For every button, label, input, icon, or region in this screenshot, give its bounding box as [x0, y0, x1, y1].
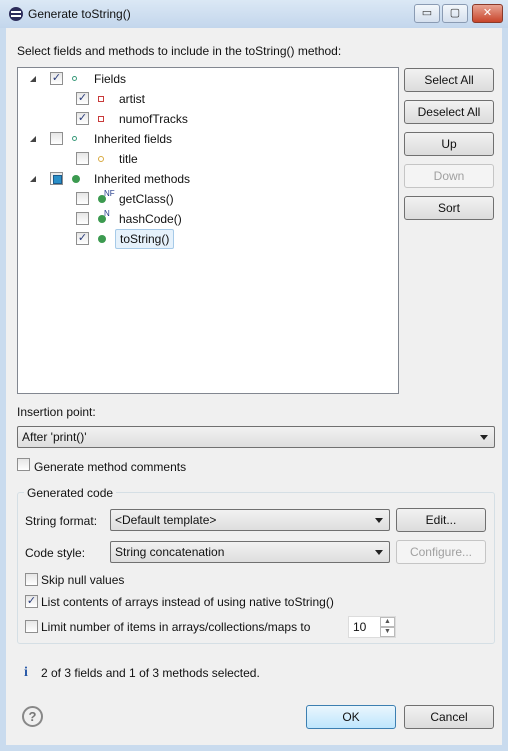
private-field-icon	[98, 116, 104, 122]
insertion-point-label: Insertion point:	[17, 405, 96, 419]
minimize-button[interactable]: ▭	[414, 4, 440, 23]
limit-items-spinner[interactable]: 10 ▲ ▼	[348, 616, 396, 638]
field-group-icon	[72, 76, 77, 81]
member-tree[interactable]: ✓ Fields ✓ artist ✓ numofTracks Inherited fiel…	[17, 67, 399, 394]
title-bar: Generate toString() ▭ ▢ ✕	[0, 0, 508, 28]
tree-item-checkbox[interactable]	[76, 152, 89, 165]
tree-item[interactable]: ✓ Fields	[18, 69, 398, 89]
field-group-icon	[72, 136, 77, 141]
limit-items-label: Limit number of items in arrays/collecti…	[41, 620, 311, 634]
ok-button[interactable]: OK	[306, 705, 396, 729]
method-comments-label: Generate method comments	[34, 460, 187, 474]
maximize-button[interactable]: ▢	[442, 4, 468, 23]
tree-item-checkbox[interactable]: ✓	[76, 232, 89, 245]
tree-item-checkbox[interactable]	[76, 192, 89, 205]
list-arrays-label: List contents of arrays instead of using…	[41, 595, 334, 609]
protected-field-icon	[98, 156, 104, 162]
edit-button[interactable]: Edit...	[396, 508, 486, 532]
dropdown-arrow-icon	[375, 550, 383, 555]
tree-item-checkbox[interactable]	[76, 212, 89, 225]
expand-arrow-icon[interactable]	[30, 76, 36, 82]
modifier-overlay: N	[104, 209, 110, 218]
tree-item-label: toString()	[115, 229, 175, 249]
skip-null-checkbox[interactable]	[25, 573, 38, 586]
select-all-button[interactable]: Select All	[404, 68, 494, 92]
tree-item-label: hashCode()	[119, 212, 182, 226]
tree-item[interactable]: NhashCode()	[18, 209, 398, 229]
tree-item[interactable]: Inherited methods	[18, 169, 398, 189]
list-arrays-checkbox[interactable]: ✓	[25, 595, 38, 608]
tree-item-label: getClass()	[119, 192, 174, 206]
tree-item-label: Inherited fields	[94, 132, 173, 146]
sort-button[interactable]: Sort	[404, 196, 494, 220]
string-format-select[interactable]: <Default template>	[110, 509, 390, 531]
tree-item-label: title	[119, 152, 138, 166]
generated-code-title: Generated code	[24, 486, 117, 500]
configure-button: Configure...	[396, 540, 486, 564]
tree-item-label: artist	[119, 92, 146, 106]
info-icon: i	[24, 665, 28, 680]
tree-item[interactable]: ✓ numofTracks	[18, 109, 398, 129]
insertion-point-value: After 'print()'	[22, 430, 87, 444]
method-group-icon	[72, 175, 80, 183]
dropdown-arrow-icon	[375, 518, 383, 523]
spin-up-icon[interactable]: ▲	[380, 617, 395, 627]
deselect-all-button[interactable]: Deselect All	[404, 100, 494, 124]
tree-item[interactable]: NF getClass()	[18, 189, 398, 209]
spin-down-icon[interactable]: ▼	[380, 627, 395, 637]
tree-item-label: Fields	[94, 72, 127, 86]
expand-arrow-icon[interactable]	[30, 136, 36, 142]
public-method-icon	[98, 235, 106, 243]
tree-item[interactable]: title	[18, 149, 398, 169]
status-message: 2 of 3 fields and 1 of 3 methods selecte…	[41, 666, 260, 680]
skip-null-label: Skip null values	[41, 573, 125, 587]
dropdown-arrow-icon	[480, 435, 488, 440]
tree-item-checkbox[interactable]: ✓	[76, 92, 89, 105]
tree-item-checkbox[interactable]	[50, 172, 63, 185]
modifier-overlay: NF	[104, 189, 115, 198]
string-format-label: String format:	[25, 514, 98, 528]
up-button[interactable]: Up	[404, 132, 494, 156]
tree-item[interactable]: Inherited fields	[18, 129, 398, 149]
window-title: Generate toString()	[28, 7, 131, 21]
code-style-select[interactable]: String concatenation	[110, 541, 390, 563]
code-style-value: String concatenation	[115, 545, 225, 559]
code-style-label: Code style:	[25, 546, 86, 560]
instruction-label: Select fields and methods to include in …	[17, 44, 342, 58]
tree-item-checkbox[interactable]: ✓	[76, 112, 89, 125]
string-format-value: <Default template>	[115, 513, 217, 527]
tree-item-label: numofTracks	[119, 112, 188, 126]
eclipse-icon	[9, 7, 23, 21]
expand-arrow-icon[interactable]	[30, 176, 36, 182]
tree-item-checkbox[interactable]: ✓	[50, 72, 63, 85]
cancel-button[interactable]: Cancel	[404, 705, 494, 729]
down-button: Down	[404, 164, 494, 188]
tree-item-checkbox[interactable]	[50, 132, 63, 145]
close-button[interactable]: ✕	[472, 4, 503, 23]
private-field-icon	[98, 96, 104, 102]
method-comments-checkbox[interactable]	[17, 458, 30, 471]
help-icon[interactable]: ?	[22, 706, 43, 727]
tree-item[interactable]: ✓ toString()	[18, 229, 398, 249]
limit-items-value: 10	[353, 620, 367, 634]
tree-item[interactable]: ✓ artist	[18, 89, 398, 109]
insertion-point-select[interactable]: After 'print()'	[17, 426, 495, 448]
limit-items-checkbox[interactable]	[25, 620, 38, 633]
